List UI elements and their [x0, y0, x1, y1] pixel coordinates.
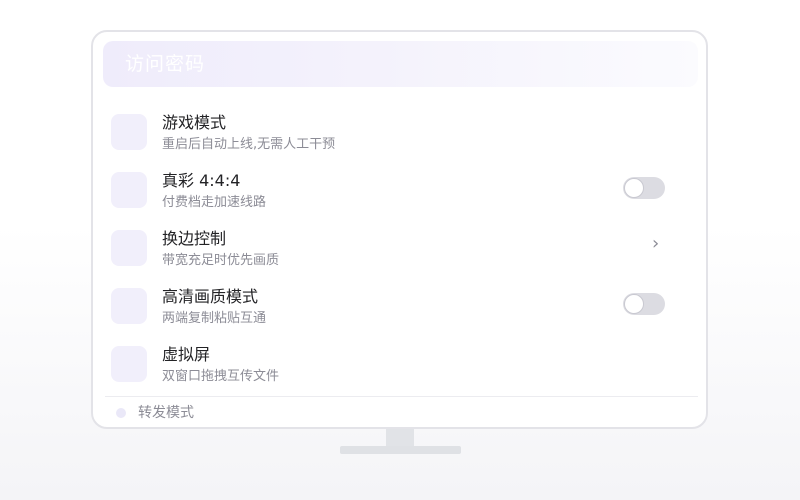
setting-row-true-color: 真彩 4:4:4 付费档走加速线路 [111, 170, 671, 218]
setting-title: 真彩 4:4:4 [162, 171, 241, 190]
hd-quality-icon [111, 288, 147, 324]
footer-divider [105, 396, 698, 397]
setting-row-side-switch[interactable]: 换边控制 带宽充足时优先画质 › [111, 228, 671, 276]
setting-title: 游戏模式 [162, 113, 227, 132]
page-title: 访问密码 [125, 53, 206, 75]
forwarding-mode-label[interactable]: 转发模式 [138, 404, 194, 422]
monitor-stand-base [340, 446, 461, 454]
title-bar: 访问密码 [103, 41, 698, 87]
status-dot-icon [116, 408, 126, 418]
hd-quality-toggle[interactable] [623, 293, 665, 315]
true-color-icon [111, 172, 147, 208]
toggle-knob [624, 294, 644, 314]
setting-subtitle: 付费档走加速线路 [162, 195, 267, 210]
setting-subtitle: 重启后自动上线,无需人工干预 [162, 137, 336, 152]
true-color-toggle[interactable] [623, 177, 665, 199]
virtual-screen-icon [111, 346, 147, 382]
monitor-stand-neck [386, 429, 414, 447]
game-mode-icon [111, 114, 147, 150]
setting-row-hd-quality: 高清画质模式 两端复制粘贴互通 [111, 286, 671, 334]
setting-subtitle: 带宽充足时优先画质 [162, 253, 280, 268]
setting-title: 虚拟屏 [162, 345, 211, 364]
setting-row-game-mode[interactable]: 游戏模式 重启后自动上线,无需人工干预 [111, 112, 671, 160]
side-switch-icon [111, 230, 147, 266]
setting-title: 高清画质模式 [162, 287, 259, 306]
chevron-right-icon: › [652, 233, 660, 254]
setting-subtitle: 双窗口拖拽互传文件 [162, 369, 280, 384]
toggle-knob [624, 178, 644, 198]
setting-subtitle: 两端复制粘贴互通 [162, 311, 267, 326]
setting-title: 换边控制 [162, 229, 227, 248]
monitor-frame: 访问密码 游戏模式 重启后自动上线,无需人工干预 真彩 4:4:4 付费档走加速… [91, 30, 708, 429]
setting-row-virtual-screen[interactable]: 虚拟屏 双窗口拖拽互传文件 [111, 344, 671, 392]
